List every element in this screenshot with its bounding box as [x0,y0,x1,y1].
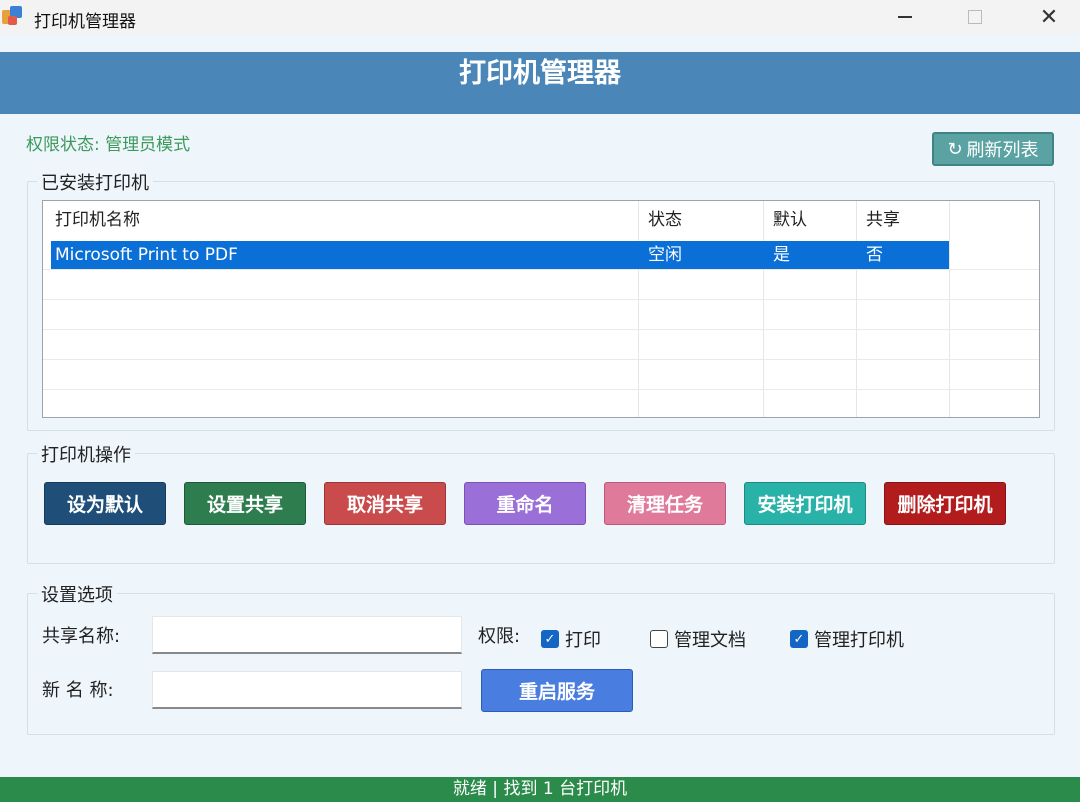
restart-service-button[interactable]: 重启服务 [481,669,633,712]
checkbox-checked-icon: ✓ [790,630,808,648]
checkbox-checked-icon: ✓ [541,630,559,648]
status-bar: 就绪 | 找到 1 台打印机 [0,777,1080,802]
column-header-status[interactable]: 状态 [638,201,682,239]
print-permission-checkbox[interactable]: ✓ 打印 [541,626,601,652]
app-icon [2,5,24,27]
window-title: 打印机管理器 [34,12,136,32]
refresh-icon: ↻ [947,138,963,160]
printer-table[interactable]: 打印机名称 状态 默认 共享 Microsoft Print to PDF 空闲… [42,200,1040,418]
page-title: 打印机管理器 [0,52,1080,114]
share-name-input[interactable] [152,616,462,654]
installed-printers-label: 已安装打印机 [37,169,153,195]
set-share-button[interactable]: 设置共享 [184,482,306,525]
permission-label: 权限: [478,626,521,647]
window-titlebar: 打印机管理器 ✕ [0,0,1080,34]
printer-name-cell: Microsoft Print to PDF [55,245,238,265]
column-header-name[interactable]: 打印机名称 [45,201,140,239]
new-name-input[interactable] [152,671,462,709]
manage-documents-label: 管理文档 [674,630,746,651]
delete-printer-button[interactable]: 删除打印机 [884,482,1006,525]
print-permission-label: 打印 [565,630,601,651]
clear-jobs-button[interactable]: 清理任务 [604,482,726,525]
column-header-default[interactable]: 默认 [763,201,807,239]
close-icon: ✕ [1039,4,1059,30]
printer-default-cell: 是 [773,245,790,265]
rename-button[interactable]: 重命名 [464,482,586,525]
minimize-button[interactable] [882,0,928,34]
manage-printers-checkbox[interactable]: ✓ 管理打印机 [790,626,904,652]
set-default-button[interactable]: 设为默认 [44,482,166,525]
maximize-button[interactable] [952,0,998,34]
settings-group [27,593,1055,735]
printer-actions-label: 打印机操作 [37,441,135,467]
permission-status: 权限状态: 管理员模式 [26,135,191,155]
column-header-shared[interactable]: 共享 [856,201,900,239]
checkbox-unchecked-icon [650,630,668,648]
manage-documents-checkbox[interactable]: 管理文档 [650,626,746,652]
printer-status-cell: 空闲 [648,245,682,265]
printer-shared-cell: 否 [866,245,883,265]
new-name-label: 新 名 称: [42,680,114,701]
install-printer-button[interactable]: 安装打印机 [744,482,866,525]
cancel-share-button[interactable]: 取消共享 [324,482,446,525]
manage-printers-label: 管理打印机 [814,630,904,651]
settings-label: 设置选项 [37,581,117,607]
refresh-list-button[interactable]: ↻ 刷新列表 [932,132,1054,166]
maximize-icon [968,10,982,24]
share-name-label: 共享名称: [42,626,121,647]
minimize-icon [898,16,912,18]
refresh-list-label: 刷新列表 [966,140,1039,161]
close-button[interactable]: ✕ [1026,0,1072,34]
